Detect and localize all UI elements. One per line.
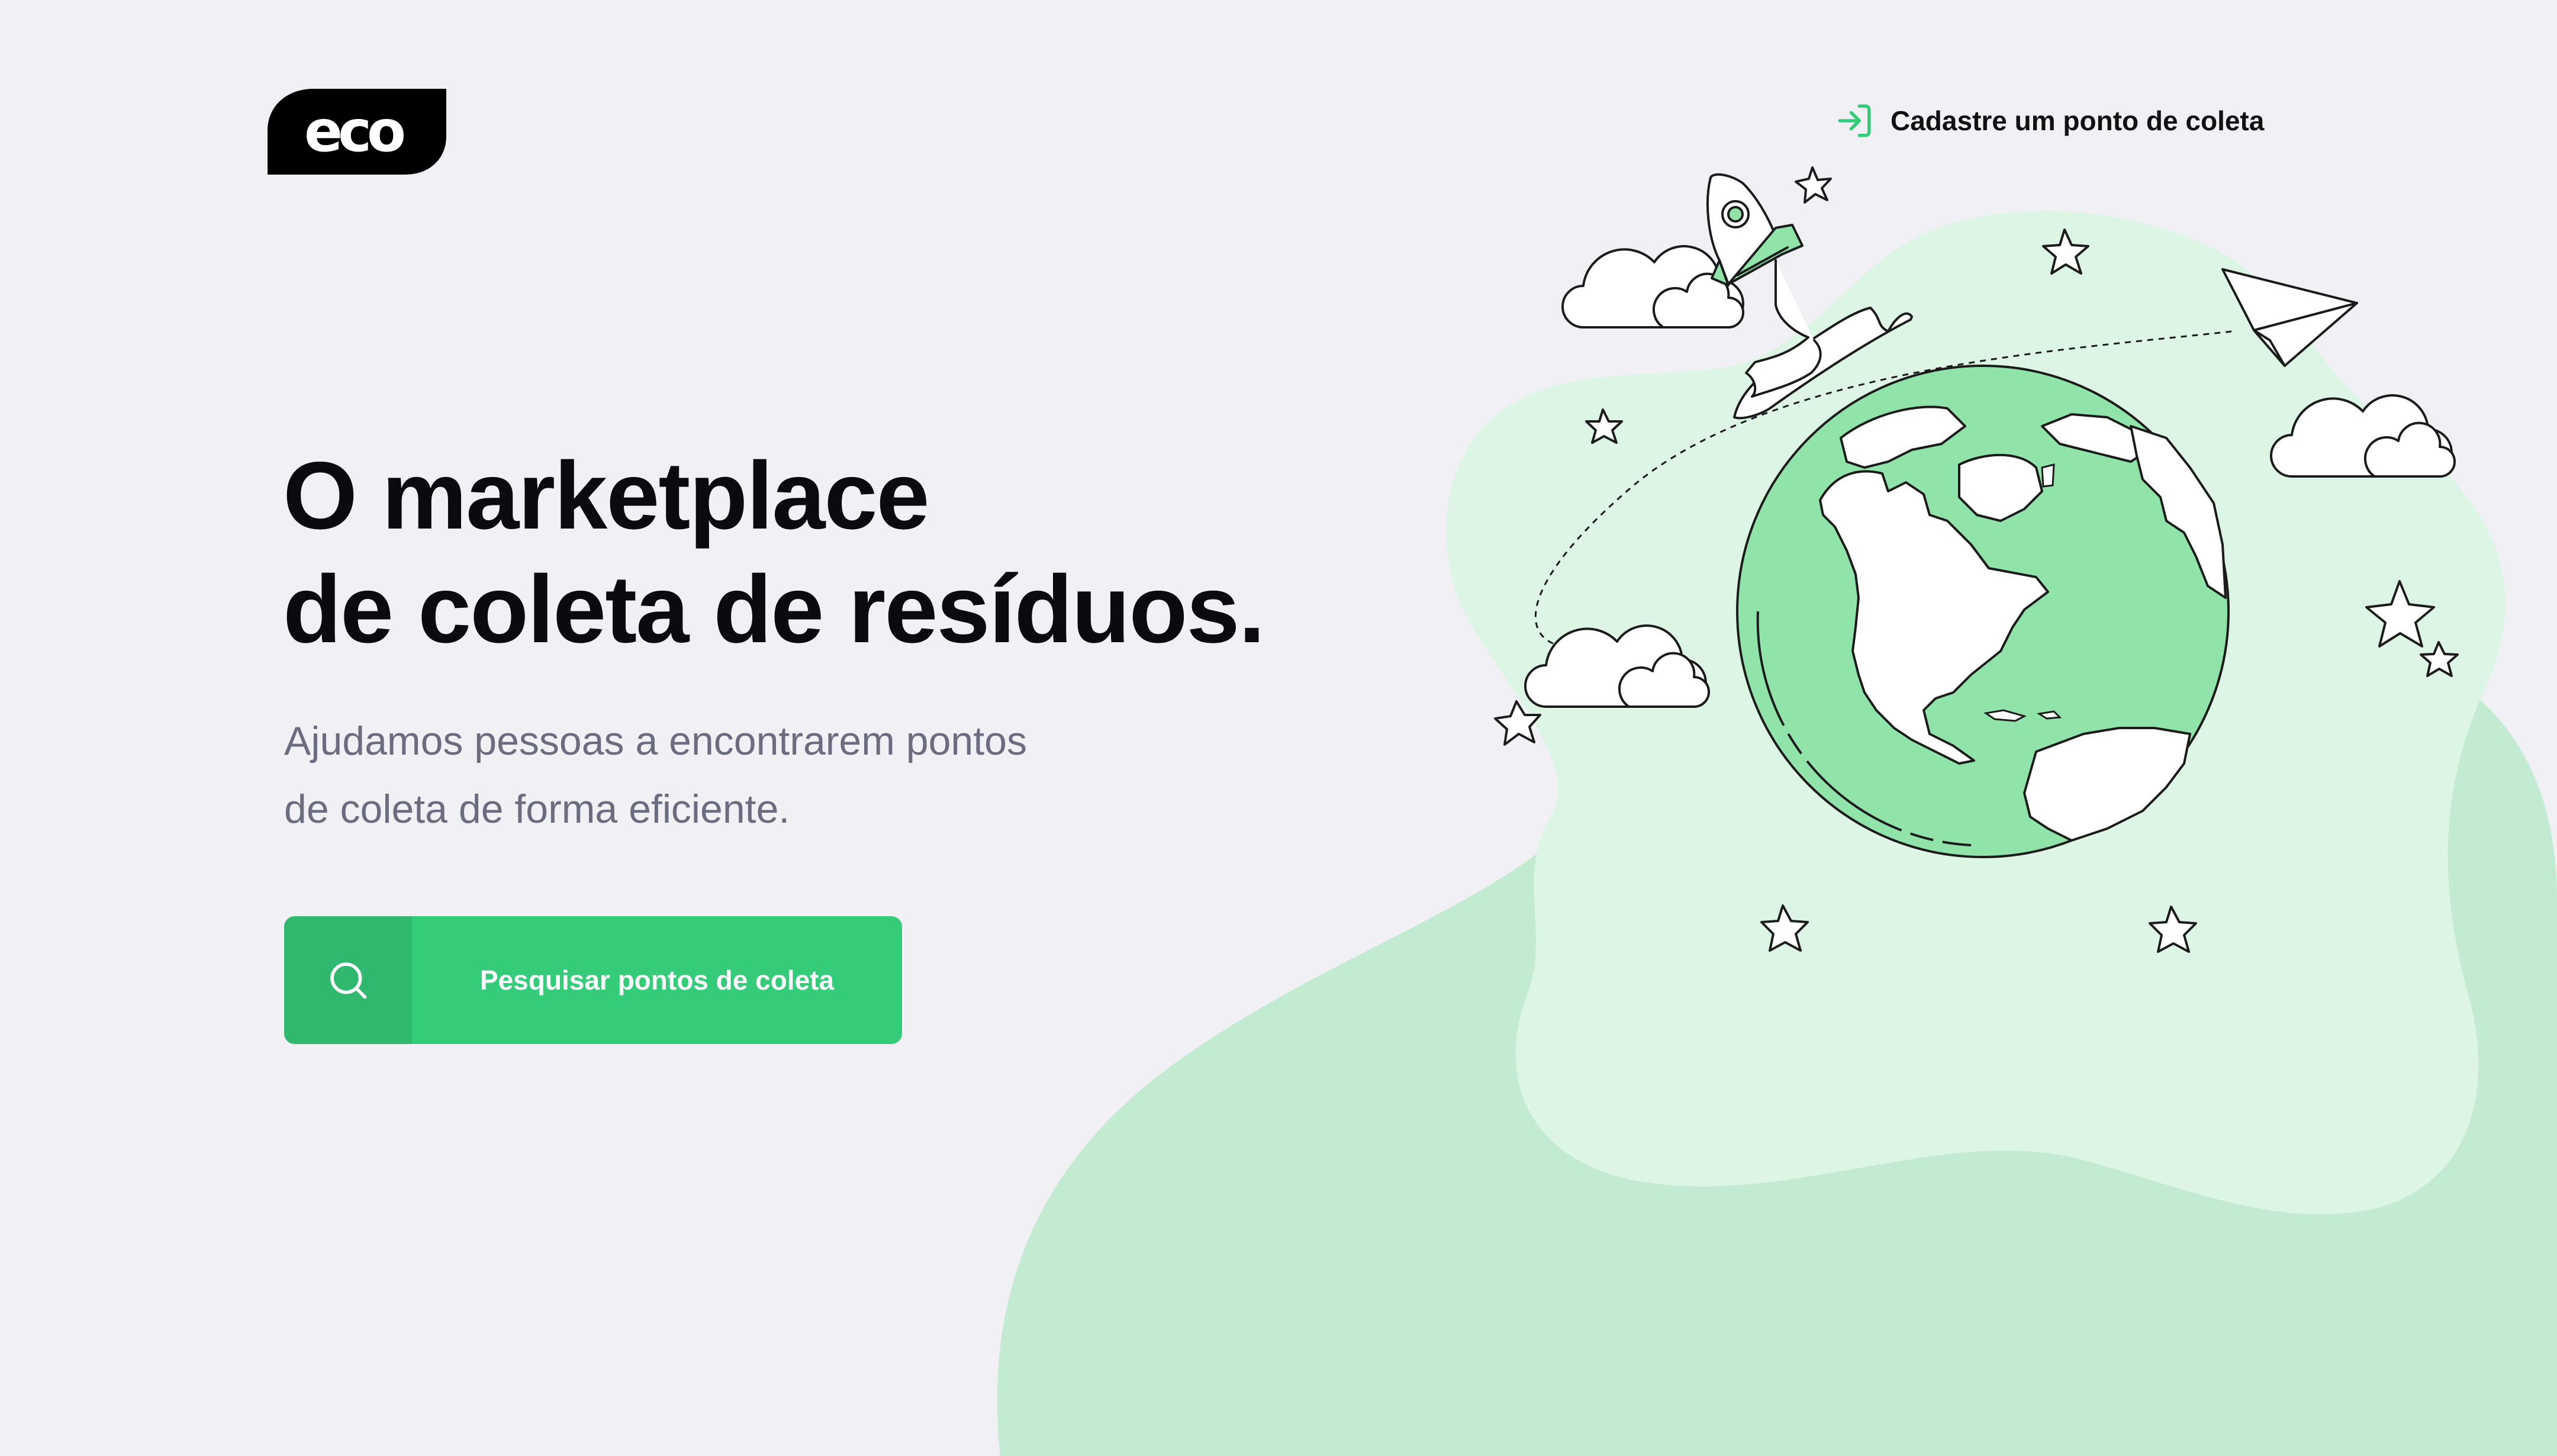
hero-title-line-1: O marketplace (283, 442, 930, 549)
cloud-icon (1561, 245, 1744, 328)
search-icon-box (284, 916, 412, 1044)
register-collection-point-label: Cadastre um ponto de coleta (1891, 105, 2265, 136)
log-in-icon (1838, 104, 1871, 137)
hero-title-line-2: de coleta de resíduos. (283, 556, 1265, 663)
hero-description: Ajudamos pessoas a encontrarem pontos de… (284, 707, 1172, 843)
globe-icon (1736, 365, 2230, 858)
search-icon (330, 962, 367, 999)
logo-text: eco (304, 98, 406, 165)
hero-title: O marketplace de coleta de resíduos. (283, 439, 1348, 666)
landing-page: eco Cadastre um ponto de coleta O market… (0, 0, 2557, 1456)
register-collection-point-link[interactable]: Cadastre um ponto de coleta (1835, 99, 2264, 142)
hero-description-line-1: Ajudamos pessoas a encontrarem pontos (284, 719, 1027, 764)
eco-logo[interactable]: eco (268, 89, 446, 175)
star-icon (1795, 166, 1832, 204)
search-collection-points-button[interactable]: Pesquisar pontos de coleta (284, 916, 902, 1044)
search-collection-points-label: Pesquisar pontos de coleta (479, 965, 835, 996)
hero-description-line-2: de coleta de forma eficiente. (284, 787, 790, 832)
